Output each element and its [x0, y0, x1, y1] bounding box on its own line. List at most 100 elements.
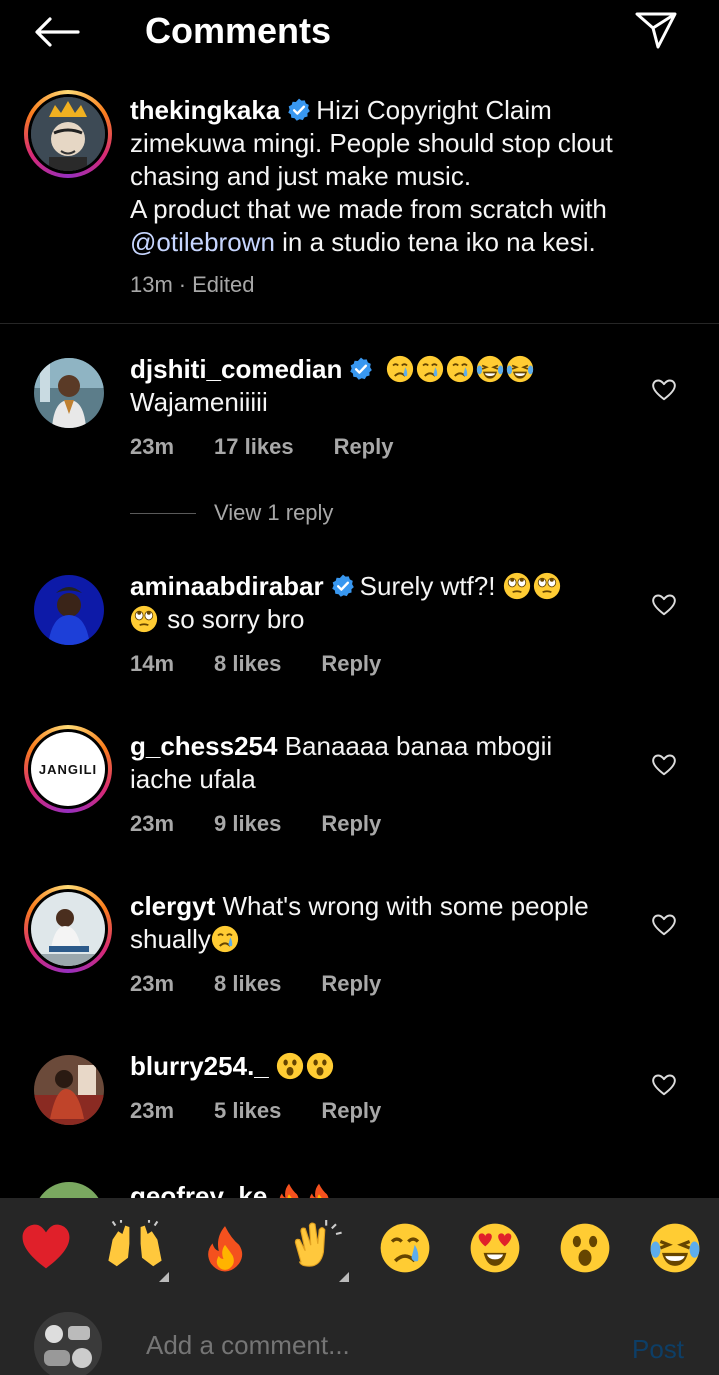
- divider-line: [130, 512, 196, 514]
- avatar[interactable]: [34, 358, 104, 428]
- avatar-logo-text: JANGILI: [38, 761, 98, 777]
- comment-time: 23m: [130, 434, 175, 459]
- heart-outline-icon: [651, 377, 677, 403]
- paper-plane-icon: [635, 12, 677, 49]
- emoji-fire-button[interactable]: [195, 1218, 255, 1278]
- emoji-heart-eyes-button[interactable]: [465, 1218, 525, 1278]
- skin-tone-indicator: [339, 1272, 349, 1282]
- emoji-astonished-button[interactable]: [555, 1218, 615, 1278]
- avatar-story-ring[interactable]: JANGILI: [24, 725, 112, 813]
- comment-input[interactable]: [146, 1330, 606, 1361]
- back-button[interactable]: [28, 10, 84, 54]
- share-button[interactable]: [630, 6, 682, 54]
- post-caption: thekingkaka Hizi Copyright Claim zimekuwa…: [0, 82, 719, 324]
- comment-username[interactable]: geofrey_ke: [130, 1181, 267, 1198]
- view-replies-button[interactable]: View 1 reply: [130, 500, 333, 526]
- heart-outline-icon: [651, 912, 677, 938]
- comment-username[interactable]: blurry254._: [130, 1051, 269, 1081]
- emoji-crying-button[interactable]: [375, 1218, 435, 1278]
- red-heart-icon: [19, 1223, 73, 1273]
- comment-likes[interactable]: 9 likes: [214, 811, 281, 837]
- verified-badge-icon: [330, 573, 356, 599]
- comment-username[interactable]: djshiti_comedian: [130, 354, 342, 384]
- comment-likes[interactable]: 8 likes: [214, 651, 281, 677]
- clapping-hands-icon: [287, 1220, 343, 1276]
- arrow-left-icon: [35, 17, 80, 47]
- astonished-face-icon: [276, 1052, 304, 1080]
- avatar: JANGILI: [31, 732, 105, 806]
- caption-time: 13m: [130, 272, 173, 297]
- like-button[interactable]: [648, 374, 680, 406]
- emoji-red-heart-button[interactable]: [16, 1218, 76, 1278]
- heart-outline-icon: [651, 752, 677, 778]
- comment-time: 23m: [130, 971, 175, 996]
- crying-face-icon: [379, 1222, 431, 1274]
- like-button[interactable]: [648, 749, 680, 781]
- fire-icon: [305, 1182, 333, 1198]
- reply-button[interactable]: Reply: [321, 811, 381, 837]
- astonished-face-icon: [559, 1222, 611, 1274]
- skin-tone-indicator: [159, 1272, 169, 1282]
- emoji-clapping-button[interactable]: [285, 1218, 349, 1282]
- caption-text-4: A product that we made from scratch with: [130, 194, 607, 224]
- caption-mention-link[interactable]: @otilebrown: [130, 227, 275, 257]
- comment-item: geofrey_ke: [0, 1172, 719, 1198]
- eye-roll-icon: [533, 572, 561, 600]
- caption-edited[interactable]: Edited: [192, 272, 254, 298]
- comment-username[interactable]: aminaabdirabar: [130, 571, 324, 601]
- view-replies-label: View 1 reply: [214, 500, 334, 525]
- avatar[interactable]: [34, 1055, 104, 1125]
- avatar[interactable]: [34, 1182, 104, 1198]
- caption-separator: ·: [178, 272, 187, 297]
- reply-button[interactable]: Reply: [321, 1098, 381, 1124]
- avatar[interactable]: [34, 1312, 102, 1375]
- avatar[interactable]: [34, 575, 104, 645]
- caption-text-1: Hizi Copyright Claim: [316, 95, 552, 125]
- heart-outline-icon: [651, 592, 677, 618]
- fire-icon: [200, 1222, 250, 1274]
- crying-face-icon: [386, 355, 414, 383]
- reply-button[interactable]: Reply: [321, 971, 381, 997]
- comment-username[interactable]: clergyt: [130, 891, 215, 921]
- comment-likes[interactable]: 17 likes: [214, 434, 294, 460]
- fire-icon: [275, 1182, 303, 1198]
- quick-emoji-bar: [0, 1198, 719, 1302]
- caption-text-5: in a studio tena iko na kesi.: [274, 227, 596, 257]
- avatar-story-ring[interactable]: [24, 885, 112, 973]
- comment-time: 14m: [130, 651, 175, 676]
- verified-badge-icon: [286, 97, 312, 123]
- emoji-laughing-button[interactable]: [645, 1218, 705, 1278]
- avatar: [31, 97, 105, 171]
- like-button[interactable]: [648, 909, 680, 941]
- post-button[interactable]: Post: [632, 1334, 684, 1365]
- crying-face-icon: [416, 355, 444, 383]
- laughing-tears-icon: [476, 355, 504, 383]
- top-bar: Comments: [0, 0, 719, 64]
- avatar-story-ring[interactable]: [24, 90, 112, 178]
- comment-time: 23m: [130, 811, 175, 836]
- page-title: Comments: [145, 10, 332, 51]
- like-button[interactable]: [648, 1069, 680, 1101]
- comment-text: Surely wtf?!: [359, 571, 496, 601]
- comment-text: Wajameniiiii: [130, 387, 268, 417]
- reply-button[interactable]: Reply: [334, 434, 394, 460]
- comment-time: 23m: [130, 1098, 175, 1123]
- crying-face-icon: [211, 925, 239, 953]
- comment-likes[interactable]: 8 likes: [214, 971, 281, 997]
- raising-hands-icon: [107, 1220, 163, 1276]
- comment-text-continued: so sorry bro: [167, 604, 305, 634]
- laughing-tears-icon: [506, 355, 534, 383]
- verified-badge-icon: [348, 356, 374, 382]
- comment-text: What's wrong with some people: [222, 891, 589, 921]
- comment-username[interactable]: g_chess254: [130, 731, 277, 761]
- heart-eyes-icon: [469, 1222, 521, 1274]
- emoji-raising-hands-button[interactable]: [105, 1218, 169, 1282]
- caption-text-2: zimekuwa mingi. People should stop clout: [130, 128, 613, 158]
- heart-outline-icon: [651, 1072, 677, 1098]
- caption-username[interactable]: thekingkaka: [130, 95, 280, 125]
- comment-likes[interactable]: 5 likes: [214, 1098, 281, 1124]
- crying-face-icon: [446, 355, 474, 383]
- reply-button[interactable]: Reply: [321, 651, 381, 677]
- like-button[interactable]: [648, 589, 680, 621]
- laughing-tears-icon: [649, 1222, 701, 1274]
